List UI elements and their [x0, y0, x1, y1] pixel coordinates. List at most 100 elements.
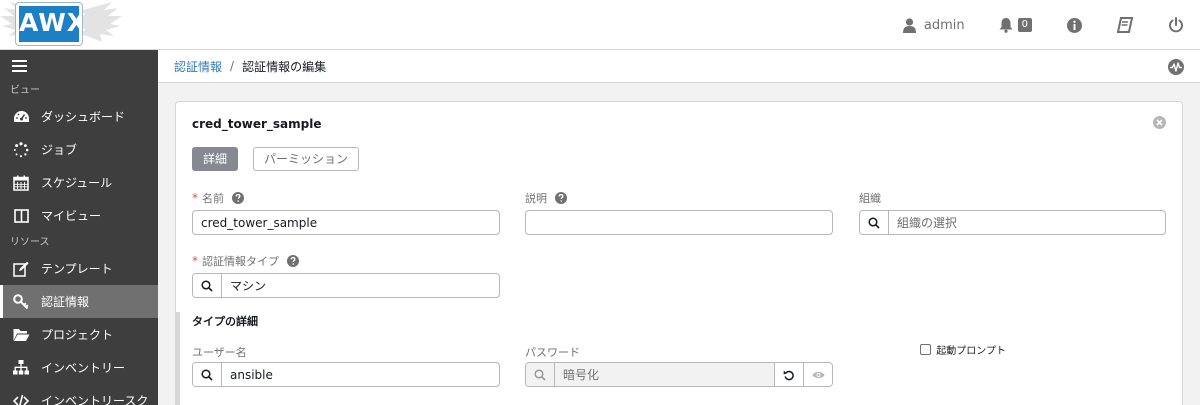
dashboard-icon — [11, 110, 31, 124]
book-icon — [1117, 17, 1133, 33]
sidebar-item-my-view[interactable]: マイビュー — [0, 199, 158, 232]
notification-count-badge: 0 — [1017, 18, 1032, 32]
password-label: パスワード — [525, 344, 580, 360]
sidebar-item-credentials[interactable]: 認証情報 — [0, 285, 158, 318]
sidebar-item-label: 認証情報 — [41, 295, 90, 309]
sidebar-section-resources: リソース — [10, 237, 50, 248]
type-details-divider — [176, 312, 180, 405]
edit-icon — [11, 261, 31, 277]
info-icon — [1067, 17, 1082, 33]
about-button[interactable] — [1045, 0, 1095, 50]
folder-icon — [11, 328, 31, 342]
name-label: * 名前 — [192, 190, 244, 206]
search-icon — [201, 279, 213, 292]
prompt-on-launch-label: 起動プロンプト — [936, 346, 1006, 357]
sidebar-item-schedules[interactable]: スケジュール — [0, 166, 158, 199]
search-icon — [868, 216, 880, 229]
sidebar-item-label: プロジェクト — [41, 328, 114, 342]
awx-logo[interactable]: AWX — [0, 0, 125, 50]
user-menu[interactable]: admin — [890, 0, 978, 50]
breadcrumb: 認証情報 / 認証情報の編集 — [158, 50, 1200, 83]
documentation-button[interactable] — [1095, 0, 1146, 50]
username-search-button[interactable] — [193, 363, 222, 386]
sidebar-item-label: インベントリースク — [41, 393, 149, 405]
logout-button[interactable] — [1146, 0, 1200, 50]
top-navbar: AWX admin 0 — [0, 0, 1200, 50]
organization-lookup[interactable]: 組織の選択 — [859, 210, 1166, 235]
sidebar-toggle[interactable] — [0, 50, 158, 82]
password-value: 暗号化 — [563, 368, 600, 382]
activity-stream-icon[interactable] — [1168, 59, 1184, 78]
undo-icon — [783, 370, 794, 380]
credential-type-lookup[interactable]: マシン — [192, 273, 500, 298]
user-name: admin — [923, 17, 965, 33]
power-icon — [1169, 17, 1183, 33]
name-label-text: 名前 — [202, 192, 224, 205]
description-input[interactable] — [525, 210, 833, 235]
sidebar-item-label: ダッシュボード — [41, 110, 126, 124]
sidebar-item-inventory-scripts[interactable]: インベントリースク — [0, 384, 158, 405]
calendar-icon — [11, 175, 31, 191]
search-icon — [534, 368, 546, 381]
sidebar: ビュー ダッシュボード ジョブ スケジュール マイビュー リソース テンプレート — [0, 50, 158, 405]
password-show-button[interactable] — [803, 363, 832, 386]
username-label: ユーザー名 — [192, 344, 247, 360]
sidebar-item-templates[interactable]: テンプレート — [0, 252, 158, 285]
help-icon[interactable] — [287, 255, 299, 267]
sitemap-icon — [11, 360, 31, 375]
password-search-button — [526, 363, 555, 386]
breadcrumb-credentials-link[interactable]: 認証情報 — [174, 58, 222, 75]
sidebar-item-inventories[interactable]: インベントリー — [0, 351, 158, 384]
search-icon — [201, 368, 213, 381]
tab-details[interactable]: 詳細 — [192, 147, 239, 171]
help-icon[interactable] — [232, 192, 244, 204]
bell-icon — [999, 18, 1013, 33]
credential-type-label-text: 認証情報タイプ — [202, 255, 279, 268]
username-lookup[interactable]: ansible — [192, 362, 500, 387]
help-icon[interactable] — [555, 192, 567, 204]
name-input-value: cred_tower_sample — [201, 215, 318, 230]
password-replace-button[interactable] — [774, 363, 803, 386]
prompt-on-launch-toggle[interactable]: 起動プロンプト — [920, 342, 1006, 357]
password-input[interactable]: 暗号化 — [525, 362, 833, 387]
breadcrumb-current: 認証情報の編集 — [242, 59, 327, 74]
notifications-button[interactable]: 0 — [978, 0, 1045, 50]
required-asterisk: * — [192, 254, 198, 268]
user-icon — [902, 17, 916, 33]
username-label-text: ユーザー名 — [192, 346, 247, 359]
sidebar-item-label: インベントリー — [41, 361, 126, 375]
code-icon — [11, 394, 31, 405]
hamburger-menu-icon — [12, 60, 27, 72]
columns-icon — [11, 208, 31, 223]
organization-label-text: 組織 — [859, 192, 881, 205]
credential-type-value: マシン — [230, 279, 267, 293]
sidebar-item-label: テンプレート — [41, 262, 113, 276]
credential-type-label: * 認証情報タイプ — [192, 253, 299, 269]
sidebar-item-dashboard[interactable]: ダッシュボード — [0, 100, 158, 133]
organization-search-button[interactable] — [860, 211, 889, 234]
panel-tabs: 詳細 パーミッション — [192, 147, 374, 171]
password-label-text: パスワード — [525, 346, 580, 359]
prompt-on-launch-checkbox[interactable] — [920, 344, 932, 355]
sidebar-item-label: ジョブ — [41, 143, 78, 157]
panel-title: cred_tower_sample — [192, 117, 322, 131]
sidebar-item-projects[interactable]: プロジェクト — [0, 318, 158, 351]
description-label: 説明 — [525, 190, 567, 206]
description-label-text: 説明 — [525, 192, 547, 205]
tab-permissions[interactable]: パーミッション — [253, 147, 360, 171]
organization-placeholder: 組織の選択 — [897, 216, 958, 230]
username-value: ansible — [230, 367, 273, 382]
type-details-heading: タイプの詳細 — [192, 315, 258, 328]
jobs-spinner-icon — [11, 141, 31, 158]
name-input[interactable]: cred_tower_sample — [192, 210, 500, 235]
sidebar-item-label: マイビュー — [41, 209, 102, 223]
sidebar-item-jobs[interactable]: ジョブ — [0, 133, 158, 166]
credential-edit-panel: cred_tower_sample 詳細 パーミッション * 名前 cred_t… — [175, 101, 1183, 405]
credential-type-search-button[interactable] — [193, 274, 222, 297]
key-icon — [11, 293, 31, 310]
eye-icon — [812, 371, 824, 378]
sidebar-section-views: ビュー — [10, 85, 40, 96]
sidebar-item-label: スケジュール — [41, 176, 113, 190]
breadcrumb-separator: / — [230, 59, 235, 73]
close-icon[interactable] — [1153, 116, 1166, 132]
